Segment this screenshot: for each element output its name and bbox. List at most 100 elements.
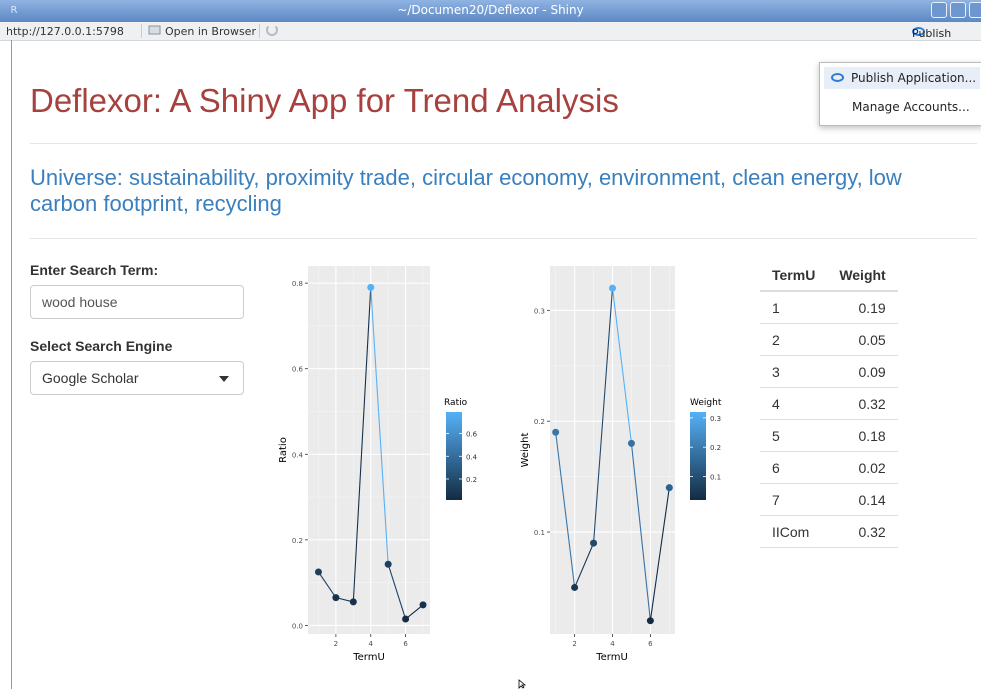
table-row: 6 0.02: [760, 451, 898, 484]
data-point: [646, 617, 654, 625]
x-tick-label: 2: [572, 640, 576, 648]
cell-weight: 0.32: [827, 387, 898, 420]
publish-menu: Publish Application... Manage Accounts..…: [819, 62, 981, 126]
x-axis-label: TermU: [352, 652, 385, 663]
maximize-icon[interactable]: [950, 2, 966, 18]
search-term-label: Enter Search Term:: [30, 262, 159, 278]
data-point: [571, 583, 579, 591]
menu-item-publish-application[interactable]: Publish Application...: [824, 67, 980, 89]
data-point: [402, 615, 410, 623]
data-point: [367, 283, 375, 291]
legend-label: 0.2: [710, 444, 721, 452]
x-tick-label: 4: [369, 640, 374, 648]
page-title: Deflexor: A Shiny App for Trend Analysis: [30, 82, 619, 119]
weights-table: TermU Weight 1 0.19 2 0.05 3 0.09 4 0.32 5 0.…: [760, 260, 898, 548]
search-engine-label: Select Search Engine: [30, 338, 173, 354]
close-icon[interactable]: [969, 2, 981, 18]
cell-weight: 0.19: [827, 290, 898, 324]
cell-termu: 6: [760, 451, 828, 484]
table-row: 3 0.09: [760, 355, 898, 388]
refresh-icon[interactable]: [266, 24, 278, 36]
legend-title: Ratio: [444, 398, 468, 408]
toolbar-divider: [141, 24, 142, 38]
y-tick-label: 0.2: [292, 537, 303, 545]
table-row: 7 0.14: [760, 483, 898, 516]
cell-weight: 0.02: [827, 451, 898, 484]
x-tick-label: 4: [610, 640, 615, 648]
data-point: [552, 428, 560, 436]
y-axis-label: Ratio: [278, 437, 289, 463]
menu-item-label: Publish Application...: [851, 71, 977, 85]
table-header-row: TermU Weight: [760, 260, 898, 292]
legend-title: Weight: [690, 398, 722, 408]
y-axis-label: Weight: [520, 433, 531, 468]
legend-label: 0.2: [466, 476, 477, 484]
data-point: [349, 598, 357, 606]
viewer-border: [11, 40, 12, 689]
cell-termu: 7: [760, 483, 828, 516]
open-in-browser-button[interactable]: Open in Browser: [165, 25, 256, 38]
legend-label: 0.6: [466, 431, 478, 439]
cell-termu: 2: [760, 323, 828, 356]
url-text: http://127.0.0.1:5798: [6, 25, 124, 38]
search-engine-value: Google Scholar: [42, 370, 139, 386]
y-tick-label: 0.0: [292, 622, 303, 630]
mouse-cursor-icon: [518, 679, 527, 689]
divider: [30, 143, 977, 144]
legend-colorbar: [690, 412, 706, 500]
legend-label: 0.1: [710, 474, 721, 482]
toolbar-divider: [259, 24, 260, 38]
table-row: 4 0.32: [760, 387, 898, 420]
y-tick-label: 0.1: [534, 529, 545, 537]
publish-icon: [831, 73, 844, 82]
menu-item-manage-accounts[interactable]: Manage Accounts...: [852, 100, 970, 114]
data-point: [332, 594, 340, 602]
window-titlebar: R ~/Documen20/Deflexor - Shiny: [0, 0, 981, 22]
column-header-weight: Weight: [827, 260, 898, 292]
weight-chart: 0.1 0.2 0.3 2 4 6 TermU Weight Weight 0.3 0.2…: [520, 266, 722, 663]
legend-label: 0.3: [710, 415, 721, 423]
publish-label: Publish: [912, 27, 952, 40]
search-engine-select[interactable]: Google Scholar: [30, 361, 244, 395]
data-point: [590, 539, 598, 547]
legend-label: 0.4: [466, 453, 478, 461]
table-row: IICom 0.32: [760, 515, 898, 548]
divider: [30, 238, 977, 239]
table-row: 2 0.05: [760, 323, 898, 356]
data-point: [419, 601, 427, 609]
cell-weight: 0.14: [827, 483, 898, 516]
universe-subtitle: Universe: sustainability, proximity trad…: [30, 165, 902, 216]
cell-weight: 0.18: [827, 419, 898, 452]
x-axis-label: TermU: [595, 652, 628, 663]
viewer-toolbar: http://127.0.0.1:5798 Open in Browser Pu…: [0, 22, 981, 41]
y-tick-label: 0.4: [292, 451, 304, 459]
cell-termu: 4: [760, 387, 828, 420]
data-point: [665, 484, 673, 492]
cell-termu: IICom: [760, 515, 828, 548]
table-row: 5 0.18: [760, 419, 898, 452]
y-tick-label: 0.3: [534, 307, 545, 315]
data-point: [627, 439, 635, 447]
cell-termu: 5: [760, 419, 828, 452]
y-tick-label: 0.8: [292, 280, 303, 288]
ratio-chart: 0.0 0.2 0.4 0.6 0.8 2 4 6 TermU Ratio Ratio 0.…: [278, 266, 478, 663]
y-tick-label: 0.6: [292, 366, 304, 374]
cell-weight: 0.32: [827, 515, 898, 548]
cell-termu: 1: [760, 290, 828, 324]
data-point: [314, 568, 322, 576]
x-tick-label: 2: [334, 640, 338, 648]
chevron-down-icon: [219, 376, 229, 382]
y-tick-label: 0.2: [534, 418, 545, 426]
x-tick-label: 6: [403, 640, 408, 648]
minimize-icon[interactable]: [931, 2, 947, 18]
cell-termu: 3: [760, 355, 828, 388]
data-point: [609, 284, 616, 292]
data-point: [384, 560, 392, 568]
window-title: ~/Documen20/Deflexor - Shiny: [397, 3, 584, 17]
cell-weight: 0.05: [827, 323, 898, 356]
table-row: 1 0.19: [760, 290, 898, 324]
x-tick-label: 6: [648, 640, 653, 648]
search-term-input[interactable]: wood house: [30, 285, 244, 319]
cell-weight: 0.09: [827, 355, 898, 388]
column-header-termu: TermU: [760, 260, 828, 292]
